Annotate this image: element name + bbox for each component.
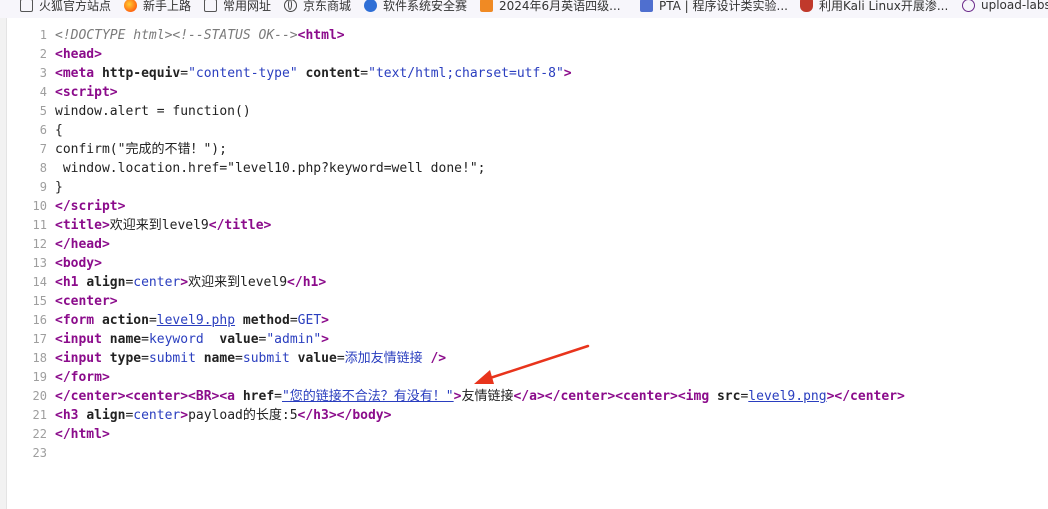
link-href-value[interactable]: "您的链接不合法？有没有！" <box>282 389 454 404</box>
meta-http-equiv-value: content-type <box>195 66 290 81</box>
line-number: 6 <box>39 123 47 137</box>
line-number: 12 <box>32 237 47 251</box>
img-src-link[interactable]: level9.png <box>748 389 826 404</box>
line-number: 1 <box>39 28 47 42</box>
pta-icon <box>640 0 653 12</box>
line-number: 2 <box>39 47 47 61</box>
bookmark-item[interactable]: 新手上路 <box>124 0 191 14</box>
view-source-pane: 1 <!DOCTYPE html><!--STATUS OK--><html> 2… <box>0 26 1048 463</box>
line-number: 11 <box>32 218 47 232</box>
h3-text: payload的长度:5 <box>188 408 298 423</box>
bookmark-label: 新手上路 <box>143 0 192 13</box>
doctype: <!DOCTYPE html> <box>55 28 173 43</box>
form-method-value: GET <box>297 313 322 328</box>
bookmark-item[interactable]: 火狐官方站点 <box>20 0 111 14</box>
bookmark-item[interactable]: 京东商城 <box>284 0 351 14</box>
bookmarks-toolbar: 火狐官方站点 新手上路 常用网址 京东商城 软件系统安全赛 2024年6月英语四… <box>0 0 1048 18</box>
form-action-link[interactable]: level9.php <box>157 313 235 328</box>
bookmark-label: 火狐官方站点 <box>39 0 112 13</box>
bookmark-item[interactable]: 2024年6月英语四级... <box>480 0 621 14</box>
script-text: confirm("完成的不错！"); <box>55 142 227 157</box>
input-type-value: submit <box>148 351 196 366</box>
source-line: 19 </form> <box>0 368 1048 387</box>
h3-align-value: center <box>133 408 181 423</box>
line-number: 22 <box>32 427 47 441</box>
line-number: 9 <box>39 180 47 194</box>
line-number: 23 <box>32 446 47 460</box>
source-line: 15 <center> <box>0 292 1048 311</box>
kali-icon <box>800 0 813 12</box>
firefox-icon <box>124 0 137 12</box>
line-number: 16 <box>32 313 47 327</box>
globe-icon <box>284 0 297 12</box>
line-number: 18 <box>32 351 47 365</box>
bookmark-item[interactable]: 利用Kali Linux开展渗... <box>800 0 948 14</box>
line-number: 4 <box>39 85 47 99</box>
bookmark-label: 2024年6月英语四级... <box>499 0 621 13</box>
line-number: 5 <box>39 104 47 118</box>
bookmark-item[interactable]: upload-labs <box>962 0 1048 14</box>
line-number: 8 <box>39 161 47 175</box>
gear-icon <box>364 0 377 12</box>
source-line: 21 <h3 align=center>payload的长度:5</h3></bo… <box>0 406 1048 425</box>
bookmark-label: 软件系统安全赛 <box>383 0 468 13</box>
bookmark-label: 常用网址 <box>223 0 272 13</box>
source-line: 6{ <box>0 121 1048 140</box>
source-line: 20 </center><center><BR><a href="您的链接不合法？… <box>0 387 1048 406</box>
source-line: 23 <box>0 444 1048 463</box>
link-text: 友情链接 <box>461 389 514 404</box>
source-line: 14 <h1 align=center>欢迎来到level9</h1> <box>0 273 1048 292</box>
input-name-value: keyword <box>148 332 204 347</box>
folder-icon <box>20 0 33 12</box>
source-line: 22 </html> <box>0 425 1048 444</box>
script-text: { <box>55 123 63 138</box>
line-number: 20 <box>32 389 47 403</box>
meta-content-value: text/html;charset=utf-8 <box>375 66 556 81</box>
globe-icon <box>962 0 975 12</box>
input-name-value: submit <box>242 351 290 366</box>
line-number: 7 <box>39 142 47 156</box>
line-number: 3 <box>39 66 47 80</box>
source-line: 16 <form action=level9.php method=GET> <box>0 311 1048 330</box>
source-line: 7 confirm("完成的不错！"); <box>0 140 1048 159</box>
source-line: 1 <!DOCTYPE html><!--STATUS OK--><html> <box>0 26 1048 45</box>
bookmark-label: upload-labs <box>981 0 1048 12</box>
bookmark-label: PTA | 程序设计类实验... <box>659 0 788 13</box>
source-line: 13 <body> <box>0 254 1048 273</box>
line-number: 14 <box>32 275 47 289</box>
source-line: 5 window.alert = function() <box>0 102 1048 121</box>
bookmark-item[interactable]: 软件系统安全赛 <box>364 0 467 14</box>
script-text: } <box>55 180 63 195</box>
bookmark-item[interactable]: 常用网址 <box>204 0 271 14</box>
bookmark-item[interactable]: PTA | 程序设计类实验... <box>640 0 788 14</box>
line-number: 19 <box>32 370 47 384</box>
source-line: 4 <script> <box>0 83 1048 102</box>
line-number: 21 <box>32 408 47 422</box>
line-number: 13 <box>32 256 47 270</box>
source-line: 10 </script> <box>0 197 1048 216</box>
source-line: 9} <box>0 178 1048 197</box>
source-line: 18 <input type=submit name=submit value=添… <box>0 349 1048 368</box>
source-line: 11 <title>欢迎来到level9</title> <box>0 216 1048 235</box>
line-number: 15 <box>32 294 47 308</box>
h1-text: 欢迎来到level9 <box>188 275 288 290</box>
bookmark-label: 京东商城 <box>303 0 352 13</box>
line-number: 10 <box>32 199 47 213</box>
script-text: window.alert = function() <box>55 104 251 119</box>
input-value: "admin" <box>266 332 322 347</box>
source-line: 2 <head> <box>0 45 1048 64</box>
h1-align-value: center <box>133 275 181 290</box>
input-value: 添加友情链接 <box>344 351 423 366</box>
source-line: 8 window.location.href="level10.php?keyw… <box>0 159 1048 178</box>
bookmark-label: 利用Kali Linux开展渗... <box>819 0 949 13</box>
title-text: 欢迎来到level9 <box>109 218 209 233</box>
folder-icon <box>204 0 217 12</box>
status-comment: <!--STATUS OK--> <box>172 28 298 43</box>
source-line: 12 </head> <box>0 235 1048 254</box>
script-text: window.location.href="level10.php?keywor… <box>55 161 486 176</box>
document-icon <box>480 0 493 12</box>
source-line: 17 <input name=keyword value="admin"> <box>0 330 1048 349</box>
line-number: 17 <box>32 332 47 346</box>
source-line: 3 <meta http-equiv="content-type" content… <box>0 64 1048 83</box>
